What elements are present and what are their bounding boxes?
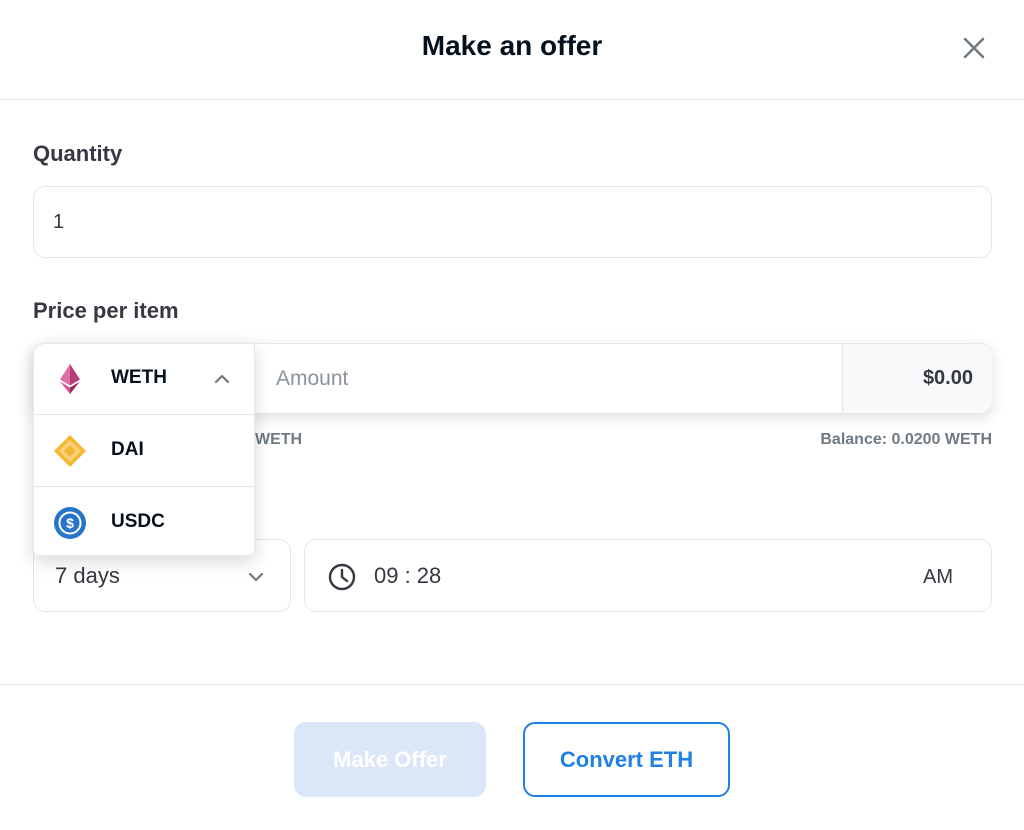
balance-text: Balance: 0.0200 WETH [820,431,992,448]
make-offer-button[interactable]: Make Offer [294,722,486,797]
time-value: 09 : 28 [374,563,442,588]
close-icon[interactable] [958,32,990,64]
usd-value: $0.00 [842,344,992,413]
quantity-input[interactable] [33,186,992,258]
token-dropdown[interactable]: WETH DAI $ USDC [33,343,255,556]
convert-eth-button[interactable]: Convert ETH [523,722,730,797]
token-option-weth[interactable]: WETH [34,344,254,415]
duration-value: 7 days [55,563,120,588]
svg-text:$: $ [66,515,74,531]
token-option-label: DAI [111,439,144,460]
dai-icon [54,435,86,467]
modal-title: Make an offer [421,30,603,61]
price-hint: WETH [255,431,303,448]
clock-icon [328,563,356,591]
quantity-label: Quantity [33,141,123,166]
token-option-label: USDC [111,511,165,532]
chevron-up-icon [214,374,230,384]
token-option-dai[interactable]: DAI [34,416,254,487]
price-label: Price per item [33,298,179,323]
token-option-label: WETH [111,367,167,388]
token-option-usdc[interactable]: $ USDC [34,488,254,555]
meridiem-value[interactable]: AM [923,566,953,589]
modal-footer: Make Offer Convert ETH [0,684,1024,830]
chevron-down-icon [248,572,264,582]
modal-header: Make an offer [0,0,1024,100]
usdc-icon: $ [54,507,86,539]
amount-input[interactable] [256,344,842,413]
time-input[interactable]: 09 : 28 AM [304,539,992,612]
weth-icon [60,364,80,394]
